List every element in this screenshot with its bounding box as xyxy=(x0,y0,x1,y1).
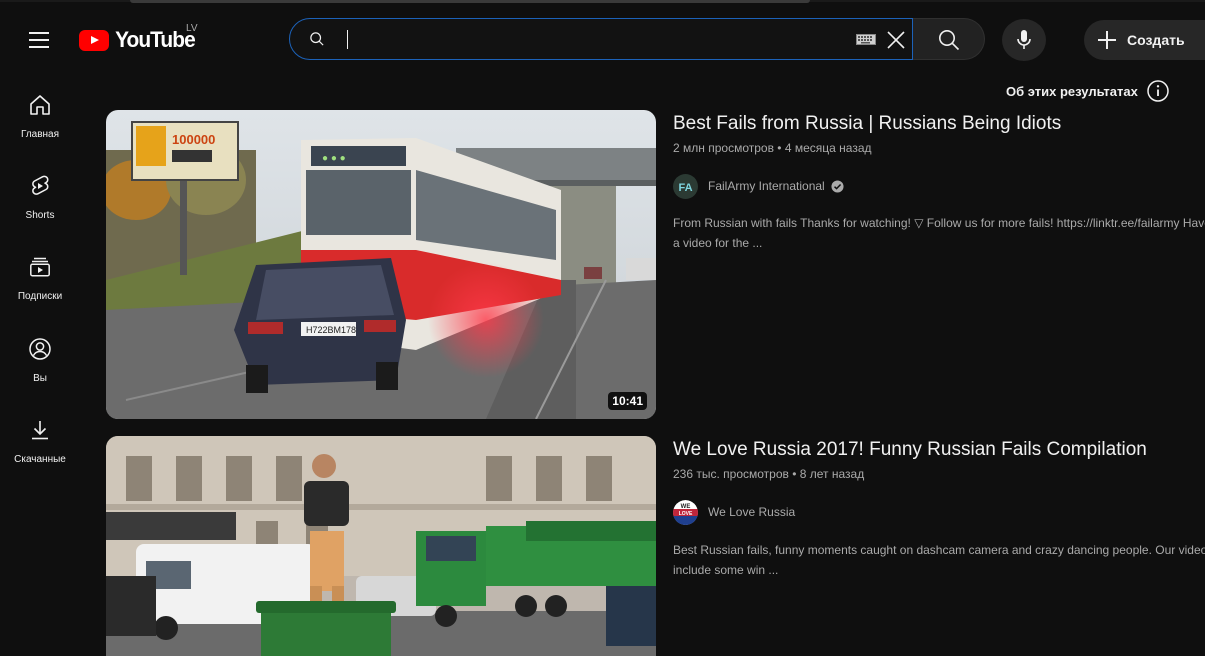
sidebar-item-label: Подписки xyxy=(17,291,63,302)
video-thumbnail[interactable] xyxy=(106,436,656,656)
video-metadata: 2 млн просмотров • 4 месяца назад xyxy=(673,141,872,155)
microphone-icon xyxy=(1017,30,1031,49)
channel-name: FailArmy International xyxy=(708,179,825,193)
svg-text:100000: 100000 xyxy=(172,132,215,147)
svg-text:LOVE: LOVE xyxy=(679,511,693,517)
thumbnail-image: 100000 ● ● ● Н722ВМ178 xyxy=(106,110,656,419)
create-button[interactable]: Создать xyxy=(1084,20,1205,60)
sidebar-item-label: Скачанные xyxy=(14,454,66,465)
svg-text:Н722ВМ178: Н722ВМ178 xyxy=(306,325,356,335)
description-line: From Russian with fails Thanks for watch… xyxy=(673,216,1205,230)
sidebar-item-label: Вы xyxy=(33,373,47,384)
voice-search-button[interactable] xyxy=(1002,19,1046,61)
meta-separator: • xyxy=(792,467,800,481)
video-thumbnail[interactable]: 100000 ● ● ● Н722ВМ178 10:41 xyxy=(106,110,656,419)
home-icon xyxy=(30,95,50,115)
channel-name: We Love Russia xyxy=(708,505,796,519)
you-icon xyxy=(29,338,51,360)
hamburger-line xyxy=(29,46,49,48)
menu-button[interactable] xyxy=(22,24,56,56)
sidebar-item-label: Shorts xyxy=(25,210,55,221)
clear-search-icon[interactable] xyxy=(886,30,906,50)
youtube-play-icon xyxy=(79,29,109,51)
meta-separator: • xyxy=(777,141,785,155)
search-button[interactable] xyxy=(913,18,985,60)
video-title[interactable]: Best Fails from Russia | Russians Being … xyxy=(673,113,1061,135)
sidebar-item-home[interactable]: Главная xyxy=(4,83,76,153)
svg-text:● ● ●: ● ● ● xyxy=(322,153,346,164)
download-icon xyxy=(32,421,48,440)
subscriptions-icon xyxy=(30,257,50,277)
upload-age: 8 лет назад xyxy=(799,467,865,481)
hamburger-line xyxy=(29,39,49,41)
svg-text:WE: WE xyxy=(681,504,691,510)
description-line: include some win ... xyxy=(673,563,779,577)
shorts-icon xyxy=(32,175,49,195)
info-icon xyxy=(1147,80,1169,102)
channel-avatar[interactable]: FA xyxy=(673,173,698,199)
plus-icon xyxy=(1096,28,1120,52)
video-description: From Russian with fails Thanks for watch… xyxy=(673,213,1205,253)
view-count: 236 тыс. просмотров xyxy=(673,467,789,481)
video-title[interactable]: We Love Russia 2017! Funny Russian Fails… xyxy=(673,439,1147,461)
create-label: Создать xyxy=(1127,32,1185,48)
sidebar-item-you[interactable]: Вы xyxy=(4,327,76,397)
keyboard-icon[interactable] xyxy=(856,34,876,45)
logo-text: YouTube xyxy=(115,27,196,52)
about-results[interactable]: Об этих результатах xyxy=(1006,80,1170,102)
sidebar-item-shorts[interactable]: Shorts xyxy=(4,164,76,234)
channel-link[interactable]: FA FailArmy International xyxy=(673,173,844,199)
search-icon xyxy=(939,30,960,51)
sidebar-item-label: Главная xyxy=(20,129,60,140)
channel-avatar[interactable]: WE LOVE xyxy=(673,499,698,525)
search-box[interactable] xyxy=(289,18,913,60)
sidebar-item-subscriptions[interactable]: Подписки xyxy=(4,245,76,315)
thumbnail-image xyxy=(106,436,656,656)
video-description: Best Russian fails, funny moments caught… xyxy=(673,540,1205,580)
view-count: 2 млн просмотров xyxy=(673,141,774,155)
video-duration: 10:41 xyxy=(608,392,647,410)
verified-badge-icon xyxy=(831,179,844,193)
search-input[interactable] xyxy=(350,27,834,53)
search-icon xyxy=(310,32,324,46)
failarmy-avatar-image: FA xyxy=(673,173,698,199)
upload-age: 4 месяца назад xyxy=(784,141,872,155)
description-line: Best Russian fails, funny moments caught… xyxy=(673,543,1205,557)
top-progress-strip xyxy=(130,0,810,3)
video-metadata: 236 тыс. просмотров • 8 лет назад xyxy=(673,467,864,481)
youtube-logo[interactable]: YouTube LV xyxy=(79,23,198,54)
description-line: a video for the ... xyxy=(673,236,763,250)
region-code: LV xyxy=(186,23,198,34)
browser-top-edge xyxy=(0,0,1205,3)
text-caret xyxy=(347,30,348,49)
about-results-label: Об этих результатах xyxy=(1006,83,1138,99)
sidebar-item-downloads[interactable]: Скачанные xyxy=(4,408,76,478)
hamburger-line xyxy=(29,32,49,34)
channel-link[interactable]: WE LOVE We Love Russia xyxy=(673,499,795,525)
svg-text:FA: FA xyxy=(678,182,692,194)
we-love-russia-avatar-image: WE LOVE xyxy=(673,499,698,525)
